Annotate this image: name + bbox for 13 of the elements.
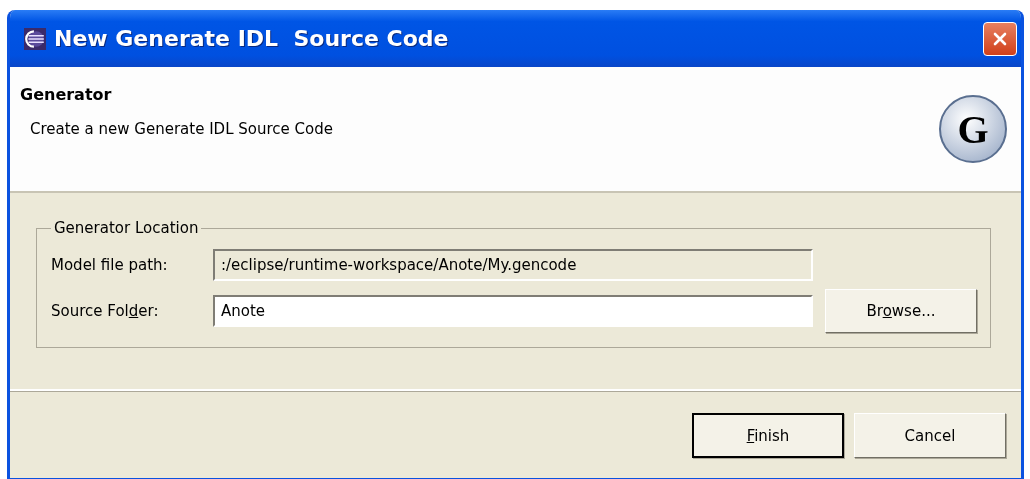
- eclipse-icon: [24, 27, 46, 50]
- group-label: Generator Location: [53, 219, 200, 237]
- field-label: Source Folder:: [51, 302, 160, 320]
- close-button[interactable]: [983, 21, 1017, 56]
- field-label: Model file path:: [51, 256, 169, 274]
- browse-button[interactable]: Browse...: [825, 289, 977, 333]
- window-title: New Generate IDL Source Code: [54, 26, 450, 51]
- text-field[interactable]: Anote: [213, 295, 813, 327]
- finish-button[interactable]: Finish: [692, 413, 844, 458]
- generator-logo: G: [939, 95, 1007, 163]
- cancel-button[interactable]: Cancel: [854, 413, 1006, 458]
- page-description: Create a new Generate IDL Source Code: [30, 120, 333, 138]
- page-title: Generator: [20, 85, 113, 104]
